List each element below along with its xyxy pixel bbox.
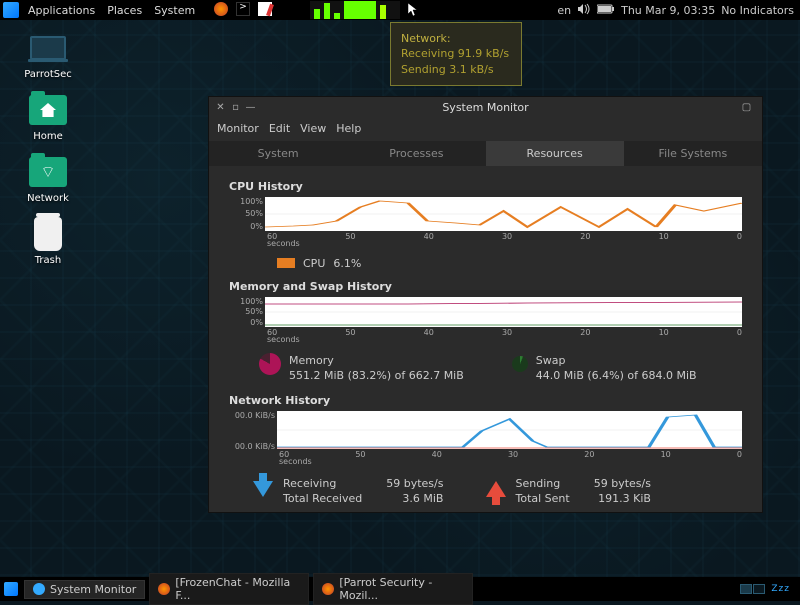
net-history-title: Network History (229, 394, 742, 407)
memory-label: Memory (289, 353, 464, 368)
sleep-indicator-icon[interactable]: Zzz (771, 584, 790, 594)
titlebar[interactable]: ✕ ▫ — System Monitor ▢ (209, 97, 762, 119)
task-label: [Parrot Security - Mozil... (339, 576, 464, 602)
swap-pie-icon (512, 356, 528, 372)
tab-filesystems[interactable]: File Systems (624, 141, 762, 166)
icon-label: ParrotSec (24, 69, 72, 80)
cpu-graph (265, 197, 742, 231)
text-editor-icon[interactable] (258, 2, 274, 18)
tx-total: 191.3 KiB (594, 492, 651, 505)
network-tooltip: Network: Receiving 91.9 kB/s Sending 3.1… (390, 22, 522, 86)
tx-rate: 59 bytes/s (594, 477, 651, 490)
task-label: [FrozenChat - Mozilla F... (175, 576, 300, 602)
workspace-switcher[interactable] (740, 584, 765, 594)
clock[interactable]: Thu Mar 9, 03:35 (621, 4, 715, 17)
rx-label: Receiving (283, 477, 362, 490)
memory-value: 551.2 MiB (83.2%) of 662.7 MiB (289, 368, 464, 383)
tooltip-tx: Sending 3.1 kB/s (401, 62, 509, 77)
close-button[interactable]: ✕ (215, 102, 226, 113)
tooltip-title: Network: (401, 31, 509, 46)
download-arrow-icon (253, 481, 273, 497)
icon-label: Network (27, 193, 69, 204)
memory-pie-icon (259, 353, 281, 375)
menu-edit[interactable]: Edit (269, 122, 290, 135)
show-desktop-icon[interactable] (4, 582, 18, 596)
icon-label: Home (33, 131, 63, 142)
firefox-icon (158, 583, 170, 595)
tab-system[interactable]: System (209, 141, 347, 166)
desktop-icons: ParrotSec Home ⌔ Network Trash (12, 30, 84, 266)
net-graph (277, 411, 742, 449)
minimize-button[interactable]: — (245, 102, 256, 113)
task-parrot-security[interactable]: [Parrot Security - Mozil... (313, 573, 473, 605)
cpu-legend-swatch (277, 258, 295, 268)
menu-monitor[interactable]: Monitor (217, 122, 259, 135)
tab-processes[interactable]: Processes (347, 141, 485, 166)
top-panel: Applications Places System en Thu Mar 9,… (0, 0, 800, 20)
terminal-icon[interactable] (236, 2, 252, 18)
cursor-icon (407, 2, 419, 18)
swap-label: Swap (536, 353, 697, 368)
maximize-button[interactable]: ▢ (741, 102, 752, 113)
desktop-icon-network[interactable]: ⌔ Network (12, 154, 84, 204)
rx-rate: 59 bytes/s (386, 477, 443, 490)
mem-graph (265, 297, 742, 327)
task-label: System Monitor (50, 583, 136, 596)
window-title: System Monitor (209, 101, 762, 114)
cpu-legend-label: CPU (303, 257, 325, 270)
cpu-history-title: CPU History (229, 180, 742, 193)
restore-button[interactable]: ▫ (230, 102, 241, 113)
battery-icon[interactable] (597, 4, 615, 17)
tabbar: System Processes Resources File Systems (209, 141, 762, 166)
rx-total-label: Total Received (283, 492, 362, 505)
desktop-icon-home[interactable]: Home (12, 92, 84, 142)
desktop-icon-trash[interactable]: Trash (12, 216, 84, 266)
swap-value: 44.0 MiB (6.4%) of 684.0 MiB (536, 368, 697, 383)
rx-total: 3.6 MiB (386, 492, 443, 505)
bottom-panel: System Monitor [FrozenChat - Mozilla F..… (0, 577, 800, 601)
menu-system[interactable]: System (148, 4, 201, 17)
menu-view[interactable]: View (300, 122, 326, 135)
mem-history-title: Memory and Swap History (229, 280, 742, 293)
net-y-axis: 00.0 KiB/s00.0 KiB/s (229, 411, 277, 449)
volume-icon[interactable] (577, 3, 591, 18)
tx-label: Sending (516, 477, 570, 490)
cpu-x-axis: 6050 4030 2010 0 seconds (229, 231, 742, 241)
cpu-legend-value: 6.1% (333, 257, 361, 270)
tab-resources[interactable]: Resources (486, 141, 624, 166)
task-system-monitor[interactable]: System Monitor (24, 580, 145, 599)
no-indicators-label: No Indicators (721, 4, 794, 17)
system-monitor-window: ✕ ▫ — System Monitor ▢ Monitor Edit View… (208, 96, 763, 513)
keyboard-layout[interactable]: en (557, 4, 571, 17)
menu-help[interactable]: Help (336, 122, 361, 135)
task-frozenchat[interactable]: [FrozenChat - Mozilla F... (149, 573, 309, 605)
firefox-icon (322, 583, 334, 595)
net-x-axis: 6050 4030 2010 0 seconds (229, 449, 742, 459)
system-tray: en Thu Mar 9, 03:35 No Indicators (557, 3, 800, 18)
mem-y-axis: 100%50%0% (229, 297, 265, 327)
menu-applications[interactable]: Applications (22, 4, 101, 17)
upload-arrow-icon (486, 481, 506, 497)
network-monitor-applet[interactable] (310, 1, 400, 19)
task-icon (33, 583, 45, 595)
parrot-logo-icon[interactable] (3, 2, 19, 18)
menu-places[interactable]: Places (101, 4, 148, 17)
tab-content: CPU History 100%50%0% 6050 4030 2010 0 s… (209, 166, 762, 512)
tooltip-rx: Receiving 91.9 kB/s (401, 46, 509, 61)
mem-x-axis: 6050 4030 2010 0 seconds (229, 327, 742, 337)
icon-label: Trash (35, 255, 61, 266)
menubar: Monitor Edit View Help (209, 119, 762, 141)
cpu-y-axis: 100%50%0% (229, 197, 265, 231)
desktop-icon-parrotsec[interactable]: ParrotSec (12, 30, 84, 80)
tx-total-label: Total Sent (516, 492, 570, 505)
firefox-icon[interactable] (214, 2, 230, 18)
